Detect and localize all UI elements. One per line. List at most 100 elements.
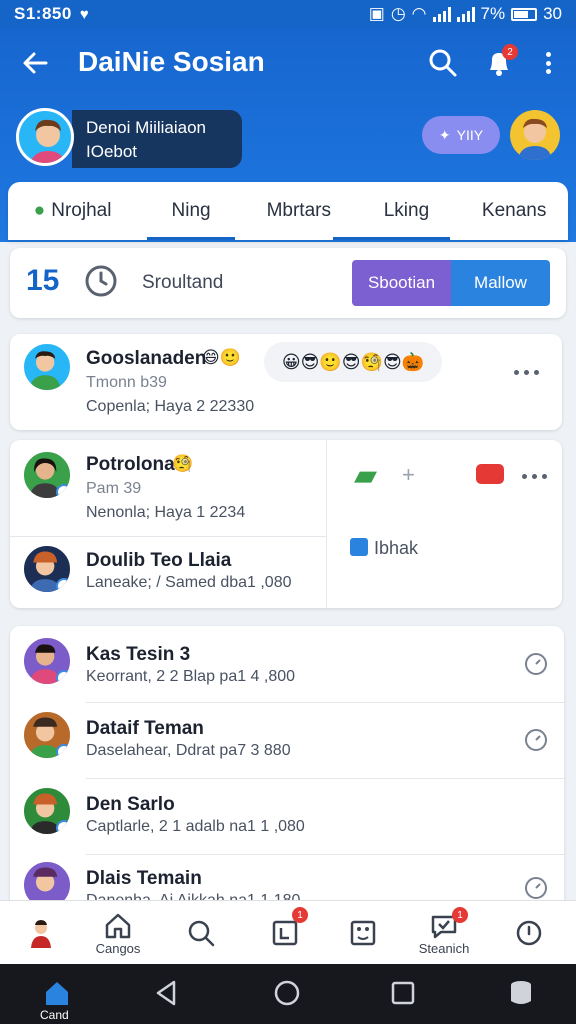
home-circle-icon[interactable] bbox=[272, 978, 302, 1008]
notifications-button[interactable]: 2 bbox=[482, 44, 518, 80]
profile-name: Denoi Miiliaiaon bbox=[86, 118, 207, 137]
video-icon[interactable] bbox=[476, 464, 504, 484]
sim-icon: ▣ bbox=[368, 4, 385, 23]
battery-icon bbox=[511, 7, 538, 21]
nav-inbox[interactable]: 1 bbox=[258, 901, 312, 965]
online-badge bbox=[56, 484, 70, 498]
profile-subtitle: IOebot bbox=[86, 142, 138, 161]
nav-label: Steanich bbox=[418, 940, 470, 956]
shield-icon[interactable] bbox=[350, 538, 368, 556]
page-title: DaiNie Sosian bbox=[78, 46, 265, 77]
tab-ning[interactable]: Ning bbox=[137, 182, 245, 240]
sparkle-button[interactable]: ✦ YIIY bbox=[422, 116, 500, 154]
search-icon bbox=[188, 920, 215, 947]
emoji-icons: 🧐 bbox=[172, 454, 194, 473]
recents-icon[interactable] bbox=[388, 978, 418, 1008]
contact-detail: Copenla; Haya 2 22330 bbox=[86, 398, 255, 415]
online-badge bbox=[56, 670, 70, 684]
cylinder-icon[interactable] bbox=[506, 978, 536, 1008]
status-time: S1:850 bbox=[14, 4, 72, 23]
person-avatar-icon bbox=[31, 920, 51, 948]
tab-label: Kenans bbox=[481, 200, 547, 221]
nav-search[interactable] bbox=[174, 901, 228, 965]
segment-left[interactable]: Sbootian bbox=[352, 260, 451, 306]
reaction-emoji: 😀😎🙂😎🧐😎🎃 bbox=[281, 351, 425, 372]
timer-icon[interactable] bbox=[524, 876, 548, 900]
tab-mbrtars[interactable]: Mbrtars bbox=[245, 182, 353, 240]
divider bbox=[10, 536, 326, 537]
home-icon[interactable] bbox=[42, 978, 72, 1008]
tab-label: Nrojhal bbox=[51, 200, 112, 221]
timer-icon[interactable] bbox=[524, 652, 548, 676]
profile-info[interactable]: Denoi Miiliaiaon IOebot bbox=[72, 110, 242, 168]
clock-icon[interactable] bbox=[84, 264, 118, 298]
featured-card[interactable]: Gooslanaden 😄🙂 😀😎🙂😎🧐😎🎃 Tmonn b39 Copenla… bbox=[10, 334, 562, 430]
list-item[interactable]: Den Sarlo Captlarle, 2 1 adalb na1 1 ,08… bbox=[10, 778, 564, 854]
signal-icon bbox=[432, 6, 451, 22]
profile-avatar[interactable] bbox=[16, 108, 74, 166]
status-icons: ▣ ◷ ◠ 7% 30 bbox=[369, 4, 562, 24]
notification-badge: 1 bbox=[452, 907, 468, 923]
avatar bbox=[22, 710, 72, 760]
tab-bar: ● Nrojhal Ning Mbrtars Lking Kenans bbox=[8, 182, 568, 240]
notification-badge: 2 bbox=[502, 44, 518, 60]
contact-name: Dataif Teman bbox=[86, 718, 204, 739]
contact-name: Doulib Teo Llaia bbox=[86, 550, 232, 571]
system-navigation: Cand bbox=[0, 964, 576, 1024]
search-icon[interactable] bbox=[428, 48, 458, 78]
alarm-icon: ◷ bbox=[390, 4, 406, 23]
status-clock-right: 30 bbox=[543, 4, 562, 23]
nav-label: Cangos bbox=[95, 940, 141, 956]
user-avatar[interactable] bbox=[510, 110, 560, 160]
list-item[interactable]: Dataif Teman Daselahear, Ddrat pa7 3 880 bbox=[10, 702, 564, 778]
nav-profile[interactable] bbox=[16, 901, 66, 965]
item-count: 15 bbox=[26, 264, 60, 297]
more-options-icon[interactable] bbox=[538, 48, 558, 78]
back-arrow-icon[interactable] bbox=[20, 48, 50, 78]
contact-name: Gooslanaden bbox=[86, 348, 207, 369]
segmented-control: Sbootian Mallow bbox=[352, 260, 550, 306]
side-label: Ibhak bbox=[374, 538, 419, 558]
sparkle-icon: ✦ bbox=[438, 126, 451, 143]
tab-nrojhal[interactable]: ● Nrojhal bbox=[8, 182, 137, 240]
avatar bbox=[22, 786, 72, 836]
avatar bbox=[22, 636, 72, 686]
home-label: Cand bbox=[40, 1008, 69, 1022]
more-options-icon[interactable] bbox=[522, 474, 547, 479]
filter-toolbar: 15 Sroultand Sbootian Mallow bbox=[10, 248, 566, 318]
gift-icon[interactable]: ▰ bbox=[354, 458, 377, 493]
status-bar: S1:850 ♥ ▣ ◷ ◠ 7% 30 bbox=[0, 0, 576, 28]
avatar[interactable] bbox=[22, 450, 72, 500]
tab-lking[interactable]: Lking bbox=[332, 182, 461, 240]
notification-badge: 1 bbox=[292, 907, 308, 923]
split-card: Potrolona 🧐 Pam 39 Nenonla; Haya 1 2234 … bbox=[10, 440, 562, 608]
tab-kenans[interactable]: Kenans bbox=[460, 182, 568, 240]
online-badge bbox=[56, 744, 70, 758]
signal-icon-2 bbox=[456, 6, 475, 22]
contact-meta: Tmonn b39 bbox=[86, 374, 167, 391]
contact-detail: Daselahear, Ddrat pa7 3 880 bbox=[86, 742, 291, 759]
tab-label: Ning bbox=[171, 200, 211, 221]
more-options-icon[interactable] bbox=[514, 370, 539, 375]
contact-detail: Laneake; / Samed dba1 ,080 bbox=[86, 574, 292, 591]
timer-icon[interactable] bbox=[524, 728, 548, 752]
online-badge bbox=[56, 820, 70, 834]
reactions-strip[interactable]: 😀😎🙂😎🧐😎🎃 bbox=[264, 342, 442, 382]
contact-list: Kas Tesin 3 Keorrant, 2 2 Blap pa1 4 ,80… bbox=[10, 626, 564, 916]
nav-apps[interactable] bbox=[336, 901, 390, 965]
nav-messages[interactable]: Steanich 1 bbox=[410, 901, 478, 965]
contact-name: Den Sarlo bbox=[86, 794, 175, 815]
avatar[interactable] bbox=[22, 544, 72, 594]
contact-detail: Keorrant, 2 2 Blap pa1 4 ,800 bbox=[86, 668, 296, 685]
inbox-icon bbox=[272, 920, 298, 946]
list-item[interactable]: Kas Tesin 3 Keorrant, 2 2 Blap pa1 4 ,80… bbox=[10, 626, 564, 702]
back-triangle-icon[interactable] bbox=[152, 978, 182, 1008]
segment-right[interactable]: Mallow bbox=[451, 260, 550, 306]
nav-settings[interactable] bbox=[502, 901, 556, 965]
plus-icon[interactable]: + bbox=[402, 462, 415, 488]
home-icon bbox=[105, 913, 131, 938]
nav-home[interactable]: Cangos bbox=[88, 901, 148, 965]
contact-name: Potrolona bbox=[86, 454, 175, 475]
vertical-divider bbox=[326, 440, 327, 608]
contact-name: Kas Tesin 3 bbox=[86, 644, 191, 665]
